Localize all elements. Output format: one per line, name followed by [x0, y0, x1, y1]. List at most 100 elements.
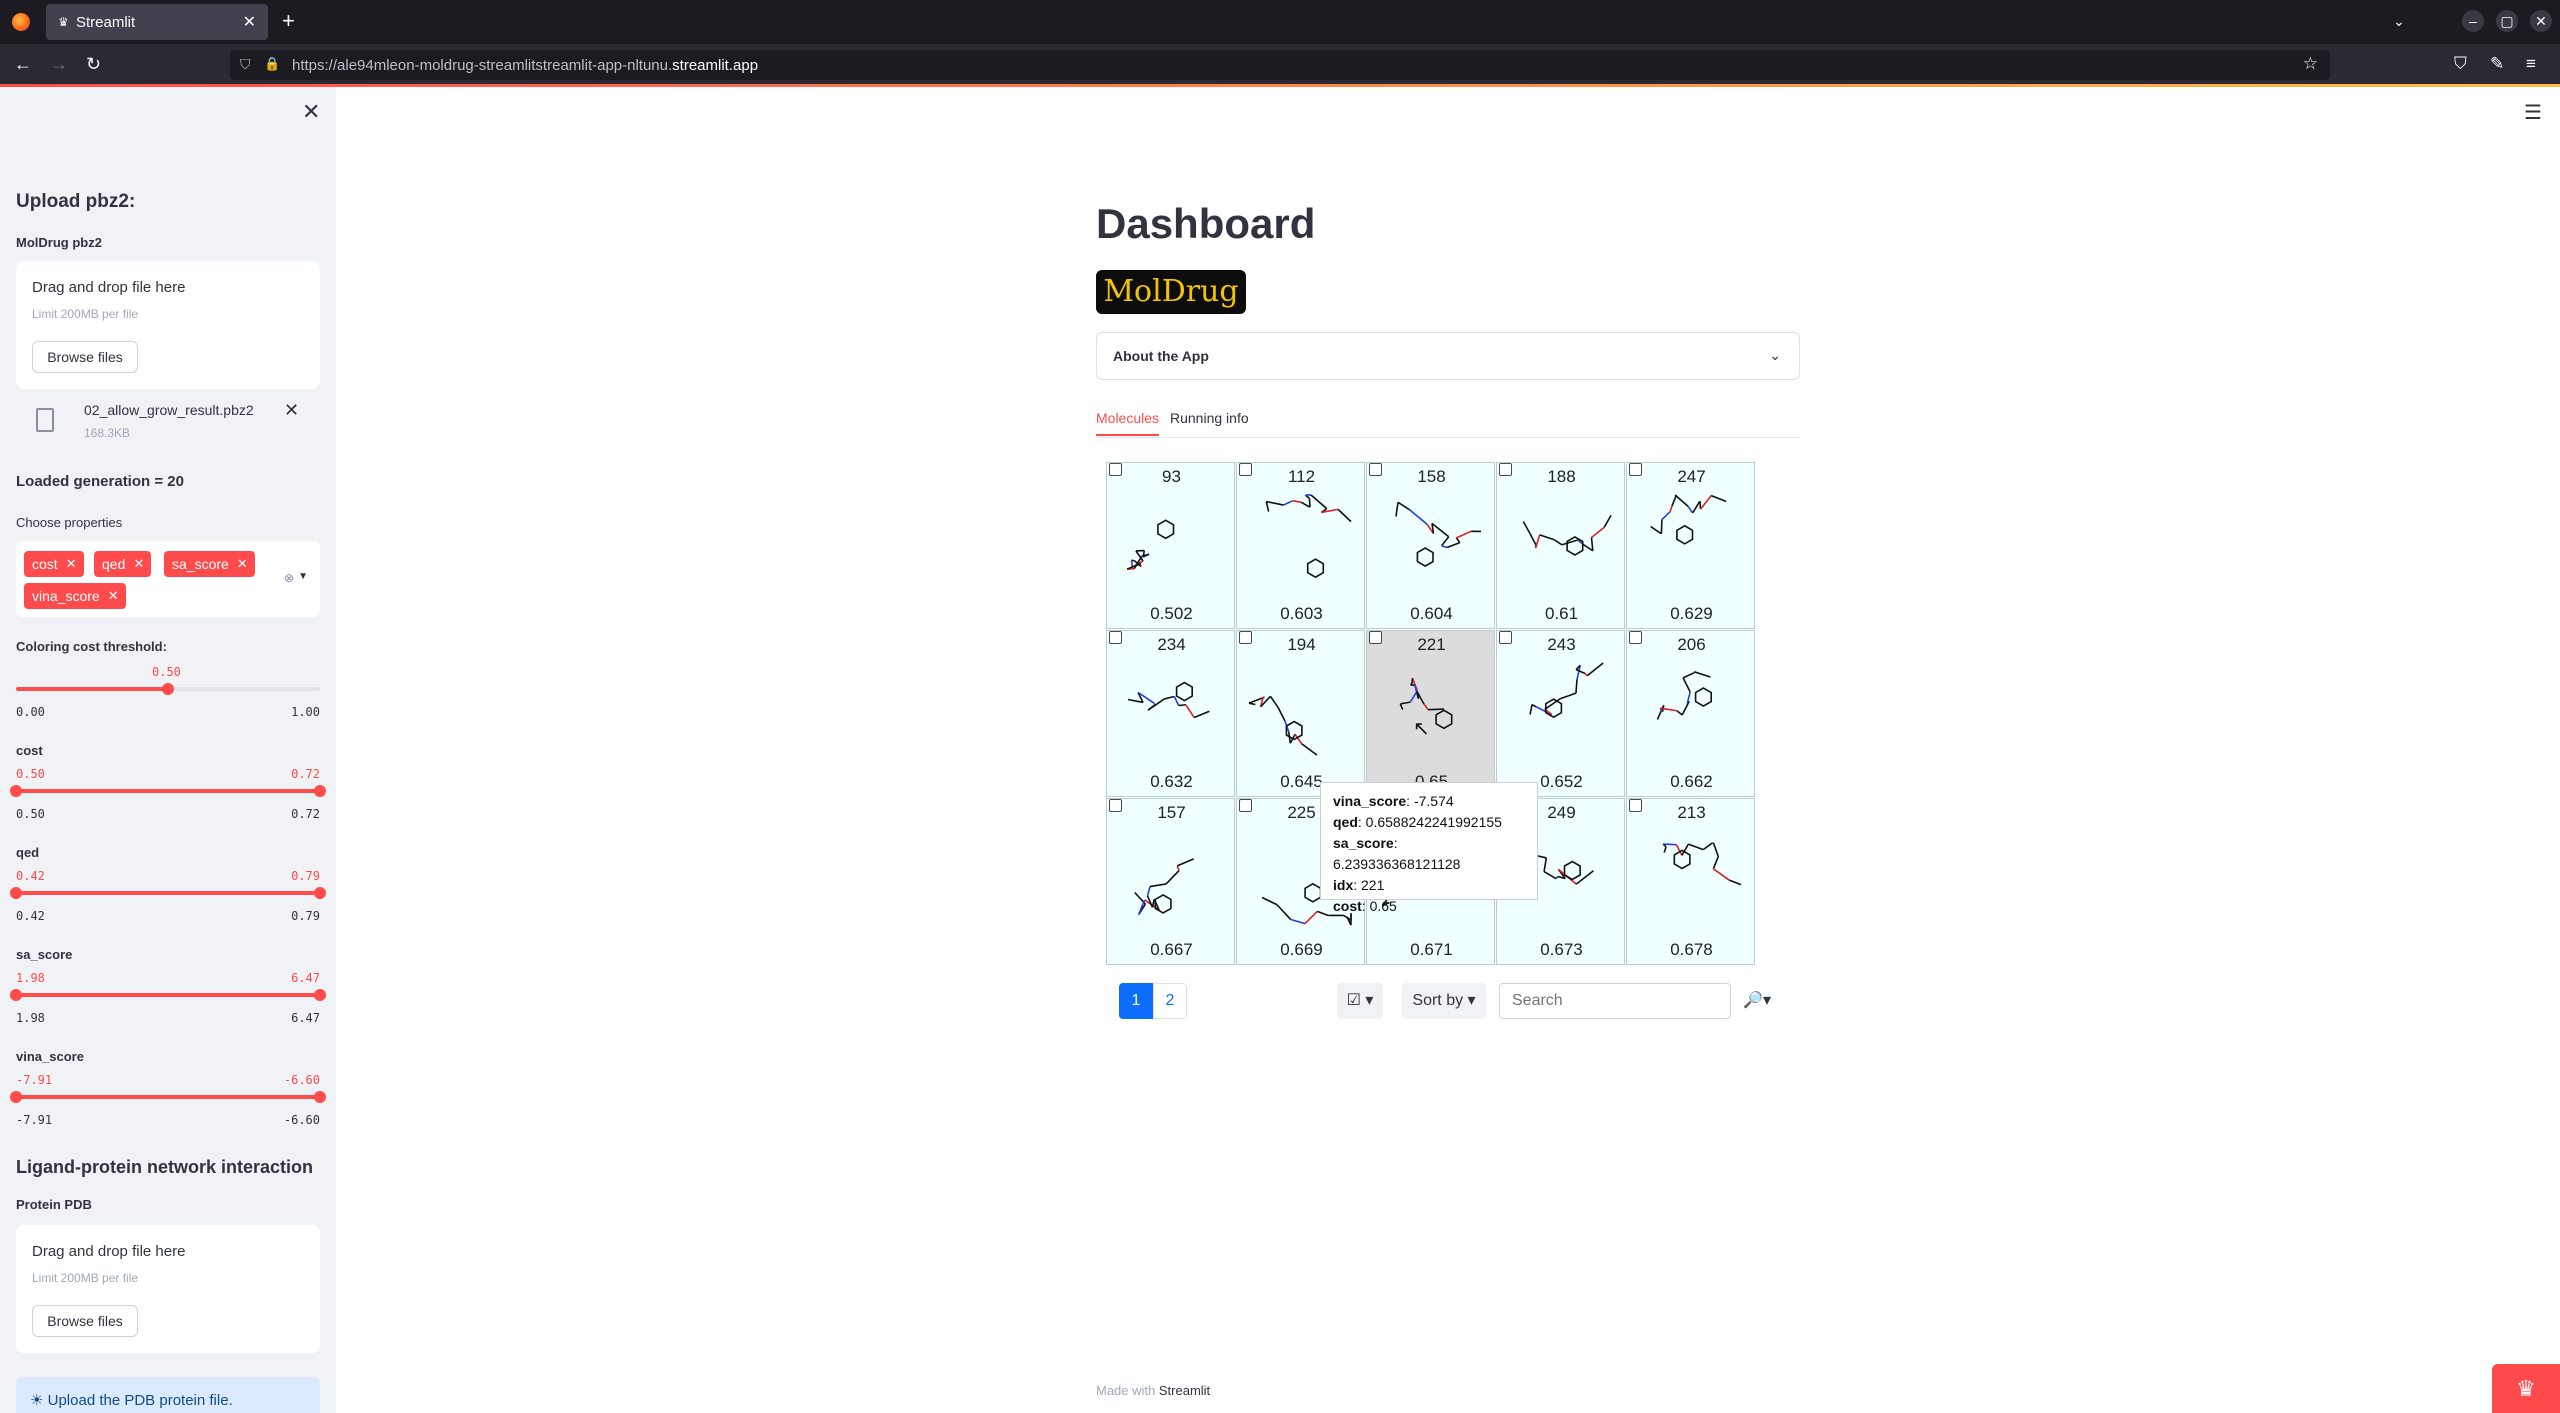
molecule-card[interactable]: 213 0.678	[1626, 798, 1755, 965]
slider-thumb-high[interactable]	[314, 887, 326, 899]
qed-range-slider[interactable]: 0.42 0.79 0.42 0.79	[10, 857, 326, 927]
tooltip-cost: cost: 0.65	[1333, 898, 1397, 914]
lock-icon[interactable]: 🔒	[264, 56, 280, 72]
hamburger-menu-icon[interactable]: ☰	[2524, 100, 2542, 125]
slider-thumb-low[interactable]	[10, 1091, 22, 1103]
molecule-index: 221	[1417, 635, 1446, 654]
chip-qed[interactable]: qed ✕	[94, 551, 152, 577]
limit-text: Limit 200MB per file	[32, 1271, 139, 1285]
slider-thumb-low[interactable]	[10, 785, 22, 797]
chip-remove-icon[interactable]: ✕	[108, 583, 119, 609]
minimize-icon[interactable]: –	[2462, 10, 2484, 32]
search-input[interactable]	[1499, 983, 1731, 1019]
streamlit-crown-icon[interactable]: ♛	[2492, 1364, 2560, 1413]
molecule-card[interactable]: 243 0.652	[1496, 630, 1625, 797]
about-expander[interactable]: About the App ⌄	[1096, 332, 1800, 380]
restore-icon[interactable]: ▢	[2496, 10, 2518, 32]
window-close-icon[interactable]: ✕	[2530, 10, 2552, 32]
pocket-icon[interactable]: ⛉	[2454, 54, 2467, 74]
url-bar[interactable]: ⛉ 🔒 https://ale94mleon-moldrug-streamlit…	[230, 50, 2330, 80]
tab-molecules[interactable]: Molecules	[1096, 410, 1160, 436]
chip-remove-icon[interactable]: ✕	[66, 551, 77, 577]
back-icon[interactable]: ←	[14, 54, 32, 75]
uploaded-file: 02_allow_grow_result.pbz2 168.3KB ✕	[16, 400, 320, 450]
browse-files-button[interactable]: Browse files	[32, 341, 138, 373]
molecule-card[interactable]: 188 0.61	[1496, 462, 1625, 629]
molecule-structure-image	[1265, 494, 1352, 579]
sort-by-dropdown[interactable]: Sort by ▾	[1402, 983, 1486, 1019]
browser-tab[interactable]: ♛ Streamlit ✕	[46, 4, 268, 40]
sidebar: ✕ Upload pbz2: MolDrug pbz2 Drag and dro…	[0, 87, 336, 1413]
tooltip-qed: qed: 0.6588242241992155	[1333, 814, 1502, 830]
chevron-down-icon[interactable]: ⌄	[1769, 347, 1781, 364]
chip-remove-icon[interactable]: ✕	[237, 551, 248, 577]
sa-score-range-slider[interactable]: 1.98 6.47 1.98 6.47	[10, 959, 326, 1029]
slider-thumb-high[interactable]	[314, 1091, 326, 1103]
new-tab-icon[interactable]: +	[282, 8, 295, 34]
select-dropdown-button[interactable]: ☑ ▾	[1337, 983, 1383, 1019]
molecule-card[interactable]: 93 0.502	[1106, 462, 1235, 629]
page-2-button[interactable]: 2	[1153, 983, 1187, 1019]
molecule-card[interactable]: 157 0.667	[1106, 798, 1235, 965]
chip-label: cost	[32, 556, 58, 572]
slider-thumb-low[interactable]	[10, 887, 22, 899]
molecule-score: 0.603	[1280, 604, 1323, 623]
vina-score-range-slider[interactable]: -7.91 -6.60 -7.91 -6.60	[10, 1061, 326, 1131]
molecule-card[interactable]: 206 0.662	[1626, 630, 1755, 797]
bookmark-star-icon[interactable]: ☆	[2303, 54, 2318, 74]
forward-icon[interactable]: →	[50, 54, 68, 75]
tooltip-idx: idx: 221	[1333, 877, 1385, 893]
cost-range-slider[interactable]: 0.50 0.72 0.50 0.72	[10, 755, 326, 825]
expander-title: About the App	[1113, 348, 1209, 364]
tab-running-info[interactable]: Running info	[1170, 410, 1249, 426]
footer-streamlit-link[interactable]: Streamlit	[1159, 1383, 1210, 1398]
molecule-score: 0.669	[1280, 940, 1323, 959]
slider-thumb-high[interactable]	[314, 785, 326, 797]
app-menu-icon[interactable]: ≡	[2526, 54, 2536, 74]
tab-close-icon[interactable]: ✕	[243, 12, 256, 32]
extension-icon[interactable]: ✎	[2490, 54, 2504, 74]
checkbox-icon: ☑	[1346, 992, 1361, 1009]
page-1-button[interactable]: 1	[1119, 983, 1153, 1019]
loading-bar	[0, 84, 2560, 87]
search-options-button[interactable]: 🔎▾	[1734, 983, 1780, 1019]
reload-icon[interactable]: ↻	[86, 54, 101, 75]
slider-thumb[interactable]	[162, 683, 174, 695]
molecule-card[interactable]: 158 0.604	[1366, 462, 1495, 629]
molecule-index: 247	[1677, 467, 1706, 486]
slider-thumb-low[interactable]	[10, 989, 22, 1001]
page-title: Dashboard	[1096, 200, 1316, 247]
shield-icon[interactable]: ⛉	[240, 56, 251, 73]
molecule-card[interactable]: 112 0.603	[1236, 462, 1365, 629]
chip-cost[interactable]: cost ✕	[24, 551, 84, 577]
file-uploader[interactable]: Drag and drop file here Limit 200MB per …	[16, 261, 320, 389]
network-heading: Ligand-protein network interaction	[16, 1157, 314, 1177]
browse-files-button[interactable]: Browse files	[32, 1305, 138, 1337]
molecule-score: 0.667	[1150, 940, 1193, 959]
molecule-structure-image	[1134, 858, 1195, 916]
molecule-score: 0.604	[1410, 604, 1453, 623]
tab-list-icon[interactable]: ⌄	[2388, 10, 2410, 32]
protein-file-uploader[interactable]: Drag and drop file here Limit 200MB per …	[16, 1225, 320, 1353]
threshold-slider[interactable]: 0.50 0.00 1.00	[16, 653, 320, 723]
properties-multiselect[interactable]: cost ✕ qed ✕ sa_score ✕ vina_score ✕ ⊗ ▼	[16, 541, 320, 617]
slider-fill	[16, 1095, 320, 1099]
file-name: 02_allow_grow_result.pbz2	[84, 402, 254, 418]
molecule-structure-image	[1399, 677, 1453, 730]
sidebar-close-icon[interactable]: ✕	[302, 99, 320, 125]
chip-remove-icon[interactable]: ✕	[133, 551, 144, 577]
molecule-index: 243	[1547, 635, 1576, 654]
molecule-card[interactable]: 234 0.632	[1106, 630, 1235, 797]
molecule-card[interactable]: 194 0.645	[1236, 630, 1365, 797]
molecule-card[interactable]: 2210.65	[1366, 630, 1495, 797]
molecule-card[interactable]: 247 0.629	[1626, 462, 1755, 629]
slider-thumb-high[interactable]	[314, 989, 326, 1001]
threshold-label: Coloring cost threshold:	[16, 639, 167, 654]
remove-file-icon[interactable]: ✕	[284, 400, 299, 421]
protein-label: Protein PDB	[16, 1197, 92, 1212]
chip-vina-score[interactable]: vina_score ✕	[24, 583, 126, 609]
dropdown-arrow-icon[interactable]: ▼	[298, 571, 308, 582]
clear-all-icon[interactable]: ⊗	[284, 571, 294, 585]
info-text: ☀ Upload the PDB protein file.	[30, 1392, 233, 1409]
chip-sa-score[interactable]: sa_score ✕	[164, 551, 255, 577]
